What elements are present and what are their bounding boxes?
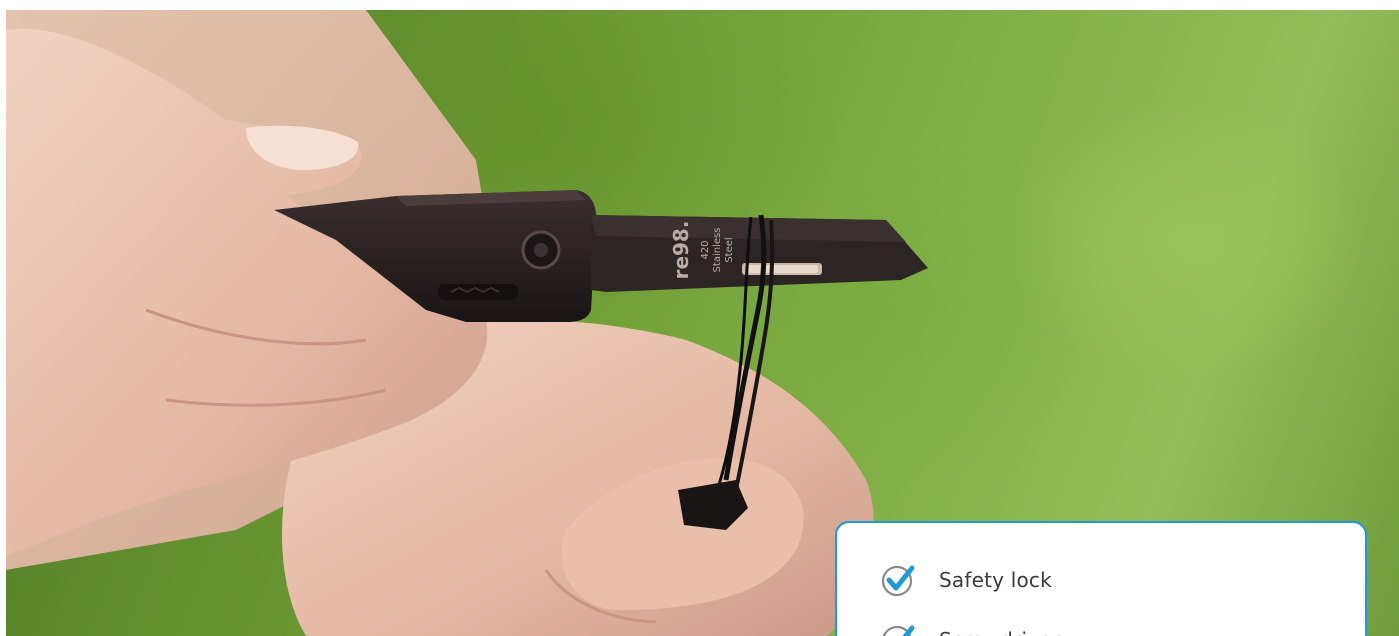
check-circle-icon: [881, 565, 915, 597]
feature-label: Safety lock: [939, 568, 1052, 592]
blade-brand: re98.: [669, 221, 693, 280]
feature-list-card: Safety lock Screwdriver: [835, 521, 1367, 636]
blade-line-3: Steel: [724, 237, 735, 262]
feature-item-safety-lock: Safety lock: [881, 562, 1052, 598]
feature-label: Screwdriver: [939, 628, 1060, 636]
check-circle-icon: [882, 625, 915, 636]
blade-line-2: Stainless: [712, 228, 723, 273]
hero-image: re98. 420 Stainless Steel Safety lock Sc…: [6, 10, 1399, 636]
blade-line-1: 420: [700, 240, 711, 259]
feature-item-screwdriver: Screwdriver: [881, 622, 1060, 636]
